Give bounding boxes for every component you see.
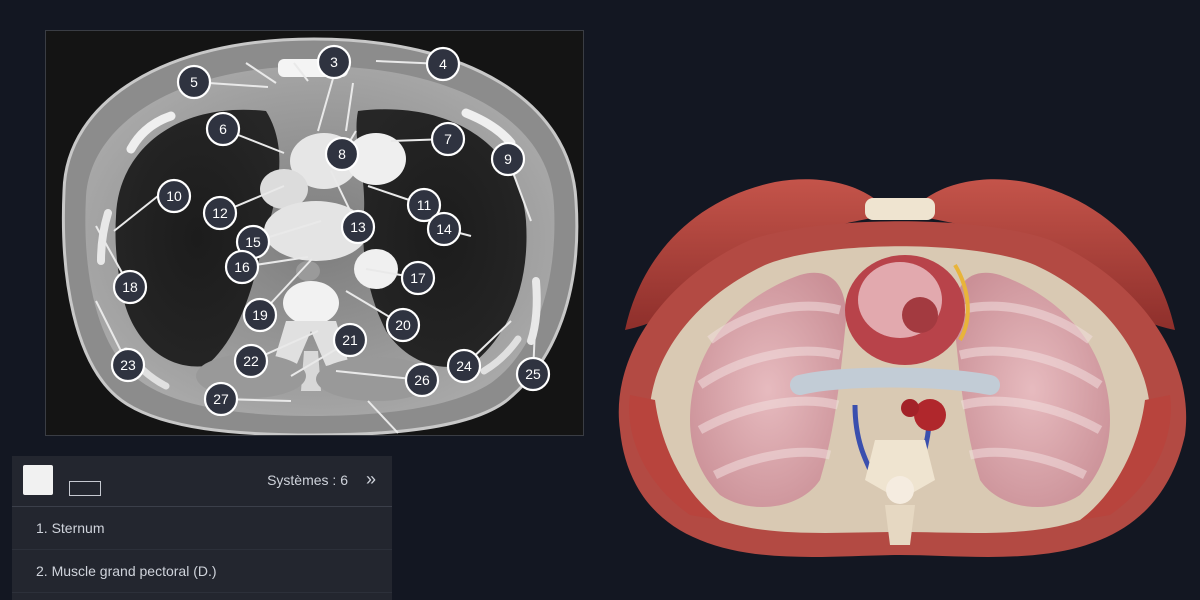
view-toggle-button[interactable] — [69, 481, 101, 496]
structure-panel: Systèmes : 6 » 1. Sternum 2. Muscle gran… — [12, 456, 392, 600]
svg-text:26: 26 — [414, 372, 430, 388]
ct-marker-9[interactable]: 9 — [490, 141, 526, 177]
ct-marker-22[interactable]: 22 — [233, 343, 269, 379]
ct-marker-8[interactable]: 8 — [324, 136, 360, 172]
svg-text:5: 5 — [190, 74, 198, 90]
svg-text:27: 27 — [213, 391, 229, 407]
expand-arrows-icon[interactable] — [551, 37, 575, 61]
ct-marker-4[interactable]: 4 — [425, 46, 461, 82]
ct-marker-7[interactable]: 7 — [430, 121, 466, 157]
anatomy-3d-model[interactable] — [600, 160, 1200, 580]
ct-marker-14[interactable]: 14 — [426, 211, 462, 247]
ct-marker-27[interactable]: 27 — [203, 381, 239, 417]
ct-marker-5[interactable]: 5 — [176, 64, 212, 100]
ct-marker-13[interactable]: 13 — [340, 209, 376, 245]
svg-text:17: 17 — [410, 270, 426, 286]
svg-text:25: 25 — [525, 366, 541, 382]
svg-text:19: 19 — [252, 307, 268, 323]
svg-text:6: 6 — [219, 121, 227, 137]
svg-text:18: 18 — [122, 279, 138, 295]
ct-marker-12[interactable]: 12 — [202, 195, 238, 231]
ct-marker-3[interactable]: 3 — [316, 44, 352, 80]
ct-marker-24[interactable]: 24 — [446, 348, 482, 384]
ct-marker-16[interactable]: 16 — [224, 249, 260, 285]
panel-header: Systèmes : 6 » — [12, 456, 392, 507]
thorax-cross-section-image — [618, 179, 1187, 557]
list-item-pectoralis-major[interactable]: 2. Muscle grand pectoral (D.) — [12, 550, 392, 593]
double-chevron-right-icon[interactable]: » — [366, 469, 376, 490]
ct-marker-21[interactable]: 21 — [332, 322, 368, 358]
svg-text:15: 15 — [245, 234, 261, 250]
svg-text:13: 13 — [350, 219, 366, 235]
ct-marker-23[interactable]: 23 — [110, 347, 146, 383]
svg-text:20: 20 — [395, 317, 411, 333]
ct-marker-10[interactable]: 10 — [156, 178, 192, 214]
svg-text:24: 24 — [456, 358, 472, 374]
svg-text:14: 14 — [436, 221, 452, 237]
svg-text:12: 12 — [212, 205, 228, 221]
svg-text:3: 3 — [330, 54, 338, 70]
svg-text:16: 16 — [234, 259, 250, 275]
ct-marker-25[interactable]: 25 — [515, 356, 551, 392]
color-swatch-button[interactable] — [23, 465, 53, 495]
svg-text:4: 4 — [439, 56, 447, 72]
ct-scan-viewer[interactable]: 3 4 5 6 7 8 9 10 11 12 13 14 15 16 17 18… — [45, 30, 584, 436]
svg-text:9: 9 — [504, 151, 512, 167]
svg-text:21: 21 — [342, 332, 358, 348]
svg-text:7: 7 — [444, 131, 452, 147]
list-item-sternum[interactable]: 1. Sternum — [12, 507, 392, 550]
ct-marker-26[interactable]: 26 — [404, 362, 440, 398]
ct-marker-17[interactable]: 17 — [400, 260, 436, 296]
ct-marker-20[interactable]: 20 — [385, 307, 421, 343]
structure-list: 1. Sternum 2. Muscle grand pectoral (D.) — [12, 507, 392, 593]
ct-marker-19[interactable]: 19 — [242, 297, 278, 333]
svg-text:10: 10 — [166, 188, 182, 204]
svg-text:11: 11 — [417, 197, 432, 213]
systems-count: Systèmes : 6 — [267, 472, 348, 488]
svg-text:22: 22 — [243, 353, 259, 369]
ct-scan-image: 3 4 5 6 7 8 9 10 11 12 13 14 15 16 17 18… — [61, 37, 579, 435]
ct-marker-18[interactable]: 18 — [112, 269, 148, 305]
svg-text:23: 23 — [120, 357, 136, 373]
ct-marker-6[interactable]: 6 — [205, 111, 241, 147]
svg-text:8: 8 — [338, 146, 346, 162]
